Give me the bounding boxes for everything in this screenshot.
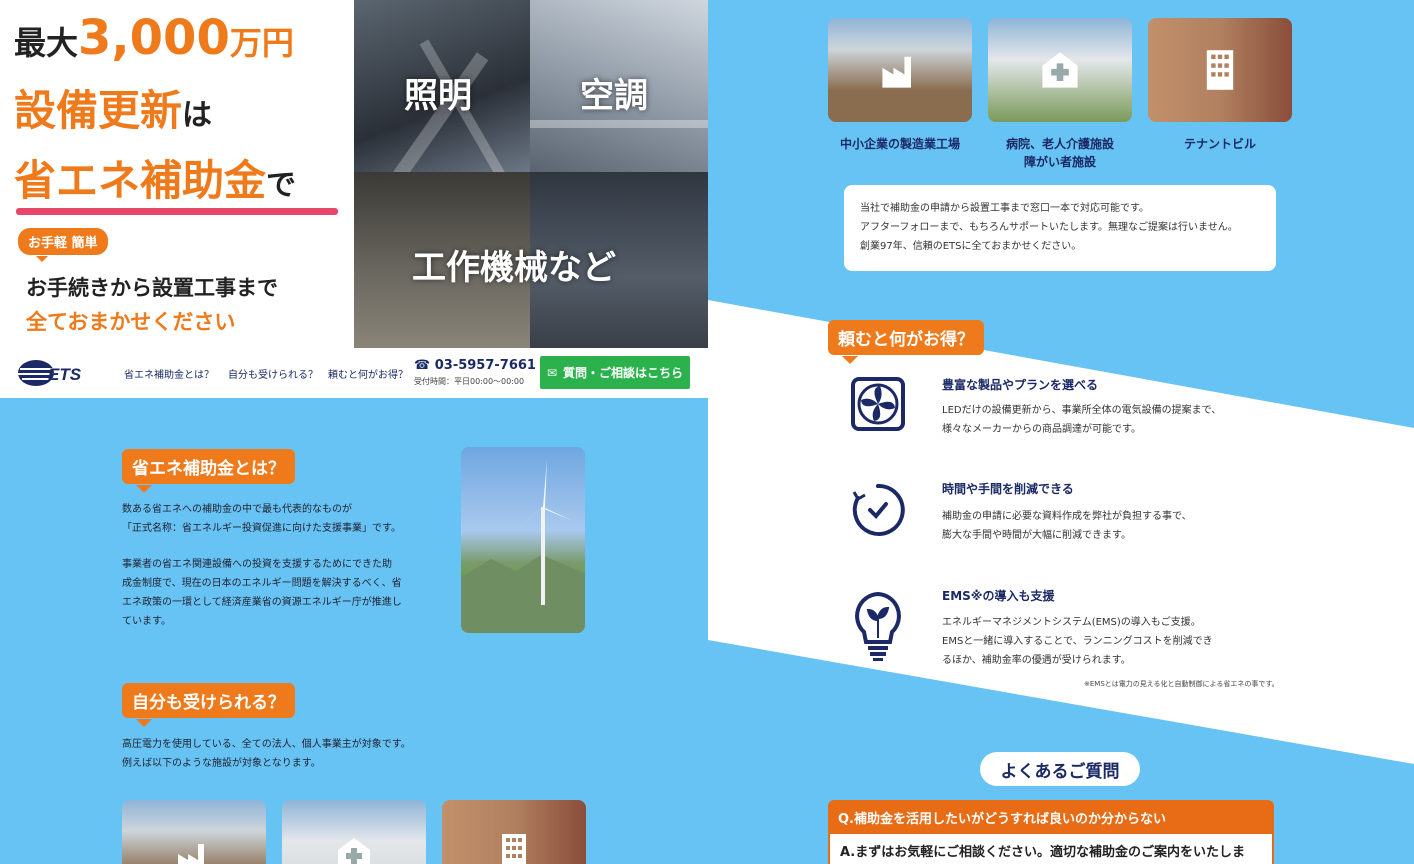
lightbulb-icon (855, 591, 901, 661)
hero-line-1: 最大3,000万円 (14, 14, 294, 62)
phone-number[interactable]: ☎ 03-5957-7661 (414, 358, 536, 373)
building-thumbnail-left (442, 800, 586, 864)
ets-logo[interactable]: ETS (16, 358, 106, 388)
hero-line-3: 省エネ補助金で (14, 160, 296, 202)
building-thumbnail (1148, 18, 1292, 122)
hero-line2-tail: は (182, 98, 213, 133)
benefit-3-text: エネルギーマネジメントシステム(EMS)の導入もご支援。 EMSと一緒に導入するこ… (942, 617, 1213, 666)
ems-footnote: ※EMSとは電力の見える化と自動制御による省エネの事です。 (1084, 680, 1279, 688)
factory-icon (178, 844, 204, 864)
aircon-photo: 空調 (530, 0, 708, 172)
about-text-2: 事業者の省エネ関連設備への投資を支援するためにできた助 成金制度で、現在の日本のエ… (122, 559, 402, 627)
contact-button[interactable]: ✉ 質問・ご相談はこちら (540, 356, 690, 389)
svg-text:ETS: ETS (48, 365, 82, 384)
hero-line1-prefix: 最大 (14, 24, 79, 62)
benefit-2-text: 補助金の申請に必要な資料作成を弊社が負担する事で、 膨大な手間や時間が大幅に削減で… (942, 511, 1192, 541)
nav-bar: ETS 省エネ補助金とは？ 自分も受けられる？ 頼むと何がお得？ ☎ 03-59… (0, 348, 708, 398)
building-icon (502, 834, 526, 864)
mail-icon: ✉ (546, 365, 558, 380)
hero-underline (16, 208, 338, 215)
building-icon (1206, 50, 1234, 90)
factory-thumbnail (828, 18, 972, 122)
machinery-label: 工作機械など (412, 248, 616, 288)
about-heading: 省エネ補助金とは？ (122, 449, 295, 493)
hero-sub-1: お手続きから設置工事まで (26, 276, 278, 300)
lighting-label: 照明 (404, 76, 472, 116)
phone-icon: ☎ (414, 358, 431, 373)
building-caption: テナントビル (1183, 137, 1256, 151)
lighting-photo: 照明 (354, 0, 530, 172)
hero-unit: 万円 (229, 24, 294, 62)
benefit-3-title: EMS※の導入も支援 (942, 589, 1055, 603)
nav-link-benefits[interactable]: 頼むと何がお得？ (328, 366, 408, 381)
hero-amount: 3,000 (78, 10, 230, 66)
wind-turbine-image (461, 447, 585, 633)
hero-line2-main: 設備更新 (14, 86, 183, 135)
easy-badge: お手軽 簡単 (18, 228, 108, 262)
hospital-thumbnail-left (282, 800, 426, 864)
left-panel: 最大3,000万円 設備更新は 省エネ補助金で お手軽 簡単 お手続きから設置工… (0, 0, 708, 864)
benefit-1-text: LEDだけの設備更新から、事業所全体の電気設備の提案まで、 様々なメーカーからの商… (942, 405, 1222, 435)
hospital-icon (1042, 52, 1078, 88)
business-hours: 受付時間：平日00:00〜00:00 (414, 377, 525, 386)
factory-icon (882, 56, 911, 88)
right-panel: 中小企業の製造業工場 病院、老人介護施設 障がい者施設 テナントビル 当社で補助金… (708, 0, 1414, 864)
hero-sub-2: 全ておまかせください (26, 310, 236, 334)
aircon-label: 空調 (580, 76, 648, 116)
eligible-text: 高圧電力を使用している、全ての法人、個人事業主が対象です。 例えば以下のような施設… (122, 739, 411, 769)
hospital-icon (338, 838, 370, 864)
factory-thumbnail-left (122, 800, 266, 864)
about-text-1: 数ある省エネへの補助金の中で最も代表的なものが 「正式名称：省エネルギー投資促進に… (122, 504, 401, 534)
eligible-heading: 自分も受けられる？ (122, 683, 295, 727)
phone-text: 03-5957-7661 (434, 358, 536, 373)
faq-answer: A.まずはお気軽にご相談ください。適切な補助金のご案内をいたします。 (828, 834, 1274, 864)
benefits-heading: 頼むと何がお得？ (828, 320, 984, 364)
hero-photo-grid: 照明 空調 工作機械など (354, 0, 708, 348)
hero-line3-tail: で (266, 168, 297, 203)
nav-link-about[interactable]: 省エネ補助金とは？ (124, 366, 214, 381)
clock-icon (852, 483, 905, 536)
hero-line3-main: 省エネ補助金 (14, 156, 267, 205)
benefit-2-title: 時間や手間を削減できる (942, 482, 1074, 496)
hospital-thumbnail (988, 18, 1132, 122)
faq-heading: よくあるご質問 (980, 752, 1140, 786)
hero-line-2: 設備更新は (14, 90, 212, 132)
faq-question[interactable]: Q.補助金を活用したいがどうすれば良いのか分からない (828, 800, 1274, 834)
benefit-1-title: 豊富な製品やプランを選べる (942, 378, 1099, 392)
contact-label: 質問・ご相談はこちら (563, 366, 684, 380)
hero: 最大3,000万円 設備更新は 省エネ補助金で お手軽 簡単 お手続きから設置工… (0, 0, 708, 398)
nav-link-eligible[interactable]: 自分も受けられる？ (228, 366, 318, 381)
factory-caption: 中小企業の製造業工場 (839, 137, 960, 151)
info-box: 当社で補助金の申請から設置工事まで窓口一本で対応可能です。 アフターフォローまで、… (844, 185, 1276, 271)
hospital-caption: 病院、老人介護施設 障がい者施設 (1005, 137, 1114, 169)
fan-icon (851, 377, 905, 431)
